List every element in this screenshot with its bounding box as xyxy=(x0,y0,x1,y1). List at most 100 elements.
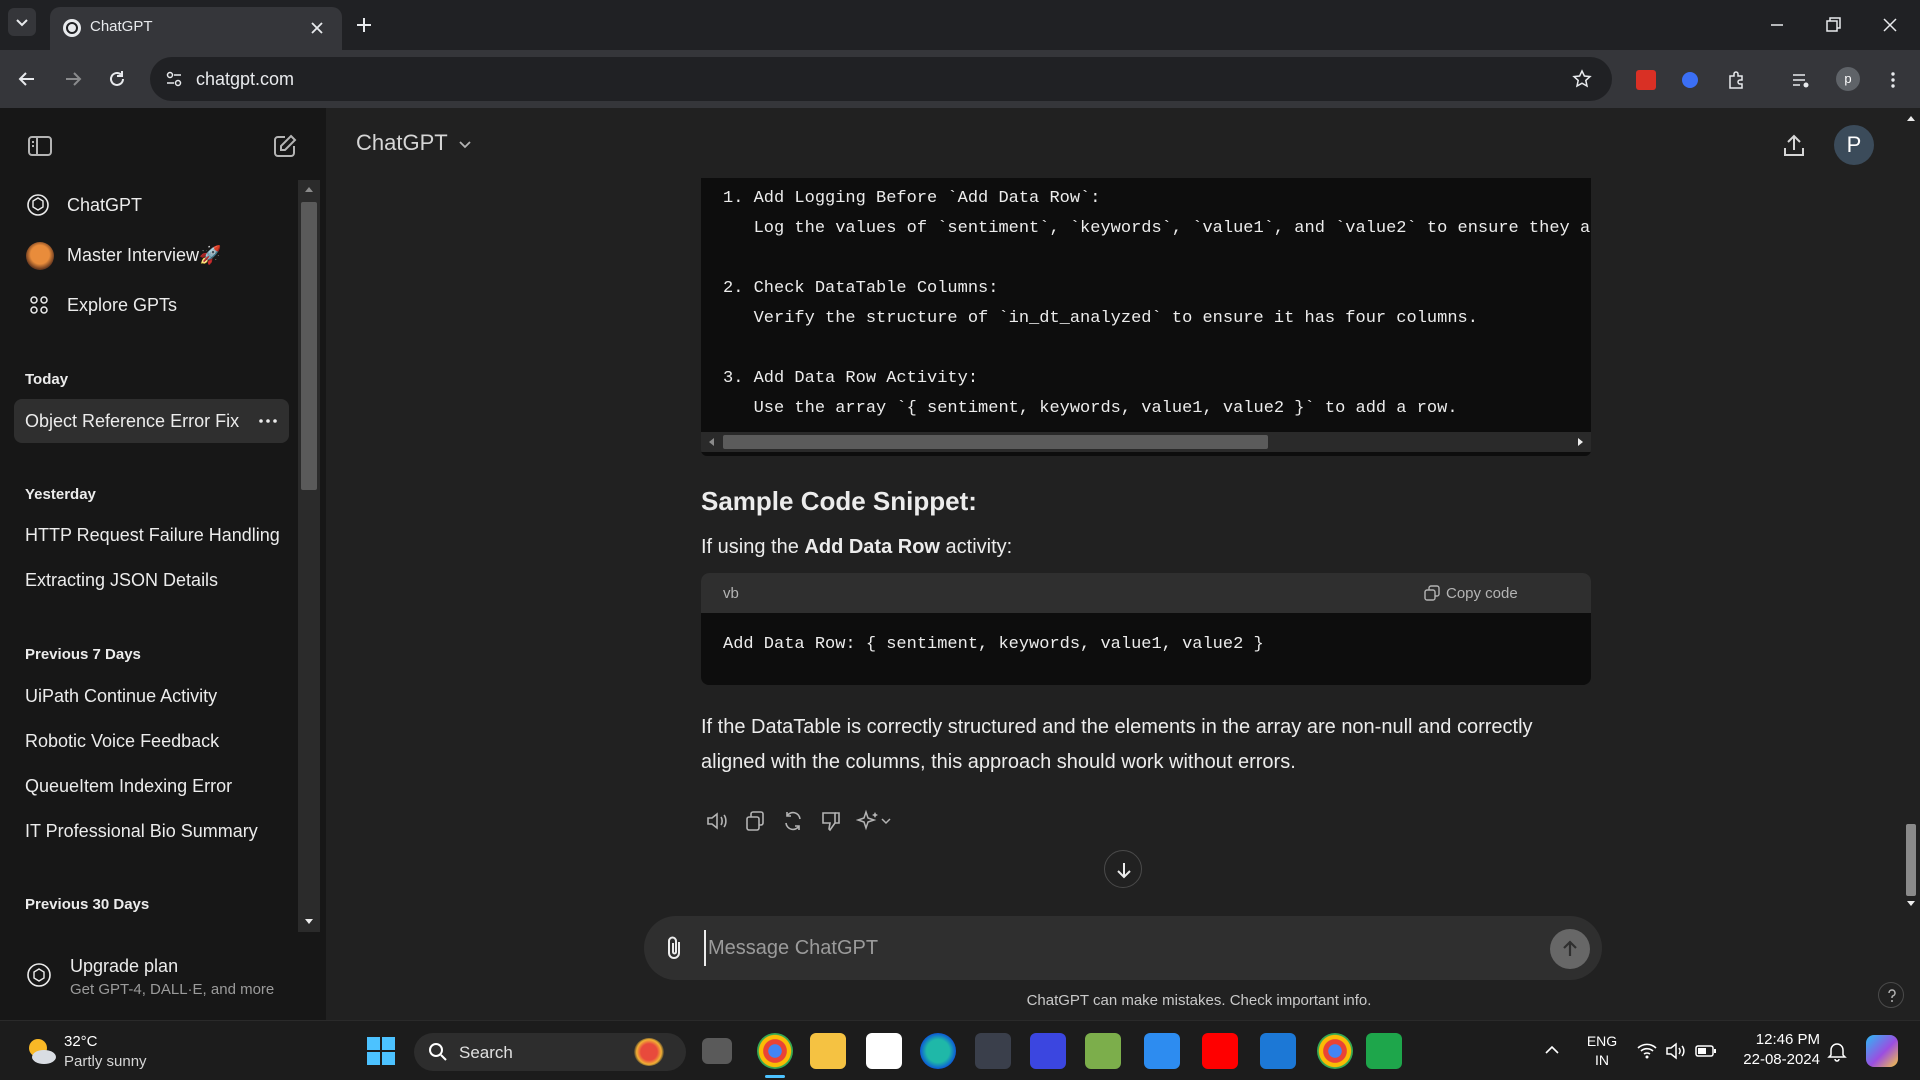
language-indicator[interactable]: ENG IN xyxy=(1582,1033,1622,1068)
chat-item-label: HTTP Request Failure Handling xyxy=(25,525,280,545)
sidebar: ChatGPT Master Interview🚀 Explore GPTs T… xyxy=(0,108,326,1020)
copy-code-button[interactable]: Copy code xyxy=(1401,583,1581,605)
scroll-up-arrow-icon[interactable] xyxy=(304,185,314,193)
fox-avatar-icon xyxy=(26,242,54,270)
url-text: chatgpt.com xyxy=(196,69,295,89)
windows-start-icon[interactable] xyxy=(366,1036,396,1066)
scroll-down-arrow-icon[interactable] xyxy=(1906,900,1916,908)
show-hidden-icons-chevron-icon[interactable] xyxy=(1543,1041,1561,1059)
share-icon[interactable] xyxy=(1780,132,1808,160)
media-controls-icon[interactable] xyxy=(1790,69,1812,91)
help-button[interactable] xyxy=(1878,982,1904,1008)
chrome-profile-2-icon[interactable] xyxy=(1317,1033,1353,1069)
clock[interactable]: 12:46 PM 22-08-2024 xyxy=(1730,1031,1820,1068)
send-button[interactable] xyxy=(1550,929,1590,969)
battery-icon[interactable] xyxy=(1694,1040,1718,1062)
close-tab-icon[interactable] xyxy=(308,19,326,37)
message-input[interactable] xyxy=(704,930,1524,966)
read-aloud-icon[interactable] xyxy=(704,808,730,834)
user-avatar[interactable]: P xyxy=(1834,125,1874,165)
new-tab-icon[interactable] xyxy=(354,15,374,35)
upgrade-plan-button[interactable]: Upgrade plan Get GPT-4, DALL·E, and more xyxy=(14,948,304,1008)
disclaimer: ChatGPT can make mistakes. Check importa… xyxy=(1026,992,1372,1009)
chat-item-object-reference-error-fix[interactable]: Object Reference Error Fix xyxy=(14,399,289,443)
reload-icon[interactable] xyxy=(106,68,128,90)
file-explorer-icon[interactable] xyxy=(810,1033,846,1069)
bookmark-star-icon[interactable] xyxy=(1572,69,1592,89)
model-selector[interactable]: ChatGPT xyxy=(356,130,473,156)
math-app-icon[interactable] xyxy=(1030,1033,1066,1069)
chat-item-extracting-json[interactable]: Extracting JSON Details xyxy=(14,558,289,602)
scroll-left-arrow-icon[interactable] xyxy=(707,437,715,447)
scroll-down-arrow-icon[interactable] xyxy=(304,918,314,926)
copy-message-icon[interactable] xyxy=(742,808,768,834)
scroll-to-bottom-button[interactable] xyxy=(1104,850,1142,888)
chat-item-label: QueueItem Indexing Error xyxy=(25,776,233,796)
thumbs-down-icon[interactable] xyxy=(818,808,844,834)
sidebar-toggle-icon[interactable] xyxy=(26,132,54,160)
site-settings-icon[interactable] xyxy=(164,69,184,89)
security-app-icon[interactable] xyxy=(975,1033,1011,1069)
address-bar[interactable]: chatgpt.com xyxy=(150,57,1612,101)
weather-widget[interactable]: 32°C Partly sunny xyxy=(16,1029,196,1073)
scroll-up-arrow-icon[interactable] xyxy=(1906,114,1916,122)
regenerate-icon[interactable] xyxy=(780,808,806,834)
scroll-right-arrow-icon[interactable] xyxy=(1577,437,1585,447)
horizontal-scrollbar-thumb[interactable] xyxy=(723,435,1268,449)
main-scrollbar[interactable] xyxy=(1902,108,1920,912)
chat-item-http-request-failure[interactable]: HTTP Request Failure Handling xyxy=(14,513,289,557)
code-line: Add Data Row: { sentiment, keywords, val… xyxy=(723,635,1264,654)
back-icon[interactable] xyxy=(16,68,38,90)
youtube-icon[interactable] xyxy=(1202,1033,1238,1069)
media-player-icon[interactable] xyxy=(1366,1033,1402,1069)
forward-icon[interactable] xyxy=(62,68,84,90)
code-line: 1. Add Logging Before `Add Data Row`: xyxy=(723,189,1101,208)
sidebar-item-label: ChatGPT xyxy=(67,195,143,215)
more-options-icon[interactable] xyxy=(257,411,279,431)
taskbar-search[interactable]: Search xyxy=(414,1033,686,1071)
extension-blue-dot-icon[interactable] xyxy=(1682,72,1698,88)
sidebar-item-master-interview[interactable]: Master Interview🚀 xyxy=(14,233,289,277)
sidebar-item-chatgpt[interactable]: ChatGPT xyxy=(14,183,289,227)
chat-item-queueitem-indexing[interactable]: QueueItem Indexing Error xyxy=(14,764,289,808)
profile-avatar[interactable]: p xyxy=(1836,67,1860,91)
menu-kebab-icon[interactable] xyxy=(1882,69,1904,91)
edge-icon[interactable] xyxy=(920,1033,956,1069)
microsoft-store-icon[interactable] xyxy=(866,1033,902,1069)
model-switch-sparkle-icon[interactable] xyxy=(856,808,896,834)
notes-app-icon[interactable] xyxy=(1085,1033,1121,1069)
main-scrollbar-thumb[interactable] xyxy=(1906,824,1916,896)
arrow-up-icon xyxy=(1563,940,1577,956)
weather-temp: 32°C xyxy=(64,1033,98,1050)
extension-red-icon[interactable] xyxy=(1636,70,1656,90)
sidebar-scrollbar[interactable] xyxy=(298,180,320,932)
notification-bell-icon[interactable] xyxy=(1826,1040,1848,1062)
attach-paperclip-icon[interactable] xyxy=(662,934,688,962)
tab-search-button[interactable] xyxy=(8,8,36,36)
task-view-icon[interactable] xyxy=(702,1038,732,1064)
chat-item-robotic-voice[interactable]: Robotic Voice Feedback xyxy=(14,719,289,763)
horizontal-scrollbar[interactable] xyxy=(701,432,1591,452)
clock-date: 22-08-2024 xyxy=(1743,1051,1820,1068)
chat-item-it-professional-bio[interactable]: IT Professional Bio Summary xyxy=(14,809,289,853)
copilot-icon[interactable] xyxy=(1866,1035,1898,1067)
new-chat-icon[interactable] xyxy=(271,132,299,160)
restore-icon[interactable] xyxy=(1823,15,1843,35)
s-app-icon[interactable] xyxy=(1260,1033,1296,1069)
chevron-down-icon xyxy=(459,141,472,149)
section-heading-today: Today xyxy=(25,371,69,388)
tab-chatgpt[interactable]: ChatGPT xyxy=(50,7,342,50)
sidebar-scrollbar-thumb[interactable] xyxy=(301,202,317,490)
wifi-icon[interactable] xyxy=(1636,1040,1658,1062)
browser-tab-strip: ChatGPT xyxy=(0,0,1920,50)
vscode-icon[interactable] xyxy=(1144,1033,1180,1069)
browser-toolbar: chatgpt.com p xyxy=(0,50,1920,108)
sidebar-item-explore-gpts[interactable]: Explore GPTs xyxy=(14,283,289,327)
chat-item-uipath-continue[interactable]: UiPath Continue Activity xyxy=(14,674,289,718)
extensions-puzzle-icon[interactable] xyxy=(1725,69,1747,91)
chrome-taskbar-icon[interactable] xyxy=(757,1033,793,1069)
minimize-icon[interactable] xyxy=(1767,15,1787,35)
close-window-icon[interactable] xyxy=(1880,15,1900,35)
volume-icon[interactable] xyxy=(1664,1040,1686,1062)
lang-top: ENG xyxy=(1586,1033,1618,1049)
